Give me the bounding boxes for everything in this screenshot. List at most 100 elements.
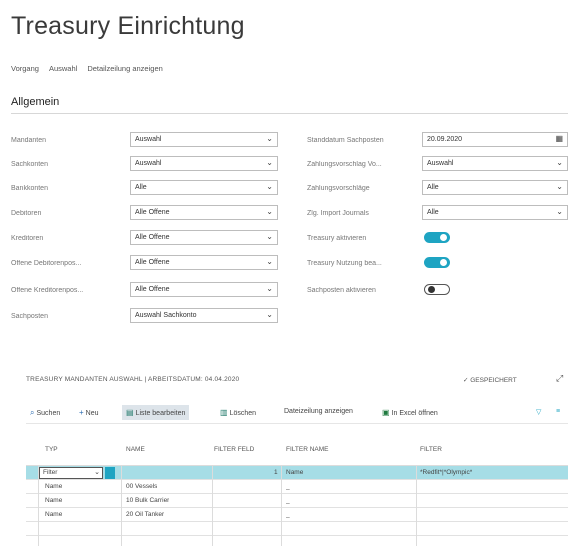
chevron-down-icon: ⌄: [266, 134, 273, 143]
field-label-bankkonten: Bankkonten: [11, 185, 48, 192]
chevron-down-icon: ⌄: [94, 469, 100, 476]
field-label-offene-debitorenposten: Offene Debitorenpos...: [11, 260, 82, 267]
treasury-aktivieren-toggle[interactable]: [424, 232, 450, 243]
sachposten-aktivieren-toggle[interactable]: [424, 284, 450, 295]
edit-list-button[interactable]: ▤ Liste bearbeiten: [122, 405, 190, 420]
table-row[interactable]: Name 00 Vessels _: [26, 480, 568, 494]
delete-icon: ▥: [220, 408, 228, 417]
calendar-icon[interactable]: ▦: [555, 134, 563, 143]
debitoren-select[interactable]: Alle Offene ⌄: [130, 205, 278, 220]
delete-button[interactable]: ▥ Löschen: [220, 408, 256, 417]
chevron-down-icon: ⌄: [556, 207, 563, 216]
excel-label: In Excel öffnen: [391, 410, 438, 417]
excel-icon: ▣: [382, 408, 390, 417]
chevron-down-icon: ⌄: [266, 257, 273, 266]
zlg-import-select[interactable]: Alle ⌄: [422, 205, 568, 220]
field-label-debitoren: Debitoren: [11, 210, 42, 217]
offene-debitorenposten-select[interactable]: Alle Offene ⌄: [130, 255, 278, 270]
action-auswahl[interactable]: Auswahl: [49, 64, 77, 73]
toggle-knob: [440, 234, 447, 241]
mandanten-select[interactable]: Auswahl ⌄: [130, 132, 278, 147]
cell-filter-name[interactable]: _: [286, 497, 290, 504]
column-divider: [121, 466, 122, 546]
action-bar: Vorgang Auswahl Detailzeilung anzeigen: [11, 64, 163, 73]
list-part-title[interactable]: TREASURY MANDANTEN AUSWAHL | ARBEITSDATU…: [26, 376, 239, 383]
column-header-filter[interactable]: FILTER: [420, 446, 442, 453]
expand-icon[interactable]: ⤢: [556, 373, 563, 384]
date-value: 20.09.2020: [427, 136, 463, 143]
new-button[interactable]: + Neu: [79, 408, 99, 417]
column-divider: [38, 466, 39, 546]
cell-typ[interactable]: Name: [45, 497, 62, 504]
chevron-down-icon: ⌄: [556, 158, 563, 167]
chevron-down-icon: ⌄: [266, 310, 273, 319]
column-divider: [281, 466, 282, 546]
action-details[interactable]: Detailzeilung anzeigen: [87, 64, 162, 73]
cell-filter-feld[interactable]: 1: [274, 469, 278, 476]
column-header-typ[interactable]: TYP: [45, 446, 58, 453]
cell-typ[interactable]: Name: [45, 511, 62, 518]
filter-icon[interactable]: ▽: [536, 408, 541, 416]
cell-name[interactable]: 10 Bulk Carrier: [126, 497, 169, 504]
typ-value: Filter: [43, 469, 58, 476]
field-label-treasury-aktivieren: Treasury aktivieren: [307, 235, 367, 242]
field-label-sachposten-aktivieren: Sachposten aktivieren: [307, 287, 376, 294]
column-divider: [416, 466, 417, 546]
select-value: Alle Offene: [135, 286, 170, 293]
cell-filter-name[interactable]: _: [286, 511, 290, 518]
field-label-zahlungsvorschlaege: Zahlungsvorschläge: [307, 185, 370, 192]
select-value: Auswahl: [427, 160, 454, 167]
details-button[interactable]: Dateizeilung anzeigen: [284, 408, 353, 415]
cell-name[interactable]: 00 Vessels: [126, 483, 157, 490]
zahlungsvorschlag-select[interactable]: Auswahl ⌄: [422, 156, 568, 171]
action-vorgang[interactable]: Vorgang: [11, 64, 39, 73]
bankkonten-select[interactable]: Alle ⌄: [130, 180, 278, 195]
list-view-icon[interactable]: ≡: [556, 408, 560, 415]
select-value: Alle Offene: [135, 259, 170, 266]
cell-filter-name[interactable]: _: [286, 483, 290, 490]
table-row[interactable]: Name 10 Bulk Carrier _: [26, 494, 568, 508]
cell-filter-name[interactable]: Name: [286, 469, 303, 476]
column-divider: [212, 466, 213, 546]
excel-button[interactable]: ▣ In Excel öffnen: [382, 408, 438, 417]
new-label: Neu: [85, 410, 99, 417]
edit-list-icon: ▤: [126, 408, 134, 417]
section-divider: [11, 113, 568, 114]
column-header-filter-feld[interactable]: FILTER FELD: [214, 446, 254, 453]
field-label-zahlungsvorschlag: Zahlungsvorschlag Vo...: [307, 161, 382, 168]
zahlungsvorschlaege-select[interactable]: Alle ⌄: [422, 180, 568, 195]
row-menu-button[interactable]: [105, 467, 115, 479]
cell-typ[interactable]: Name: [45, 483, 62, 490]
table-row[interactable]: Name 20 Oil Tanker _: [26, 508, 568, 522]
search-icon: ⌕: [30, 408, 35, 417]
saved-status: ✓ GESPEICHERT: [463, 377, 517, 384]
chevron-down-icon: ⌄: [266, 232, 273, 241]
sachkonten-select[interactable]: Auswahl ⌄: [130, 156, 278, 171]
cell-name[interactable]: 20 Oil Tanker: [126, 511, 164, 518]
column-header-filter-name[interactable]: FILTER NAME: [286, 446, 329, 453]
typ-select[interactable]: Filter ⌄: [39, 467, 103, 479]
section-title[interactable]: Allgemein: [11, 96, 59, 108]
search-button[interactable]: ⌕ Suchen: [30, 408, 60, 418]
field-label-standdatum: Standdatum Sachposten: [307, 137, 384, 144]
list-grid: TYP NAME FILTER FELD FILTER NAME FILTER …: [26, 446, 568, 546]
field-label-mandanten: Mandanten: [11, 137, 47, 144]
kreditoren-select[interactable]: Alle Offene ⌄: [130, 230, 278, 245]
delete-label: Löschen: [229, 410, 257, 417]
table-row-empty[interactable]: [26, 522, 568, 536]
select-value: Alle Offene: [135, 209, 170, 216]
offene-kreditorenposten-select[interactable]: Alle Offene ⌄: [130, 282, 278, 297]
standdatum-date-input[interactable]: 20.09.2020 ▦: [422, 132, 568, 147]
chevron-down-icon: ⌄: [266, 207, 273, 216]
chevron-down-icon: ⌄: [556, 182, 563, 191]
chevron-down-icon: ⌄: [266, 158, 273, 167]
table-row[interactable]: Filter ⌄ 1 Name *Redfit*|*Olympic*: [26, 466, 568, 480]
sachposten-select[interactable]: Auswahl Sachkonto ⌄: [130, 308, 278, 323]
field-label-zlg-import: Zlg. Import Journals: [307, 210, 369, 217]
field-label-offene-kreditorenposten: Offene Kreditorenpos...: [11, 287, 84, 294]
select-value: Alle: [427, 184, 439, 191]
toggle-knob: [428, 286, 435, 293]
column-header-name[interactable]: NAME: [126, 446, 145, 453]
cell-filter[interactable]: *Redfit*|*Olympic*: [420, 469, 472, 476]
treasury-nutzung-toggle[interactable]: [424, 257, 450, 268]
